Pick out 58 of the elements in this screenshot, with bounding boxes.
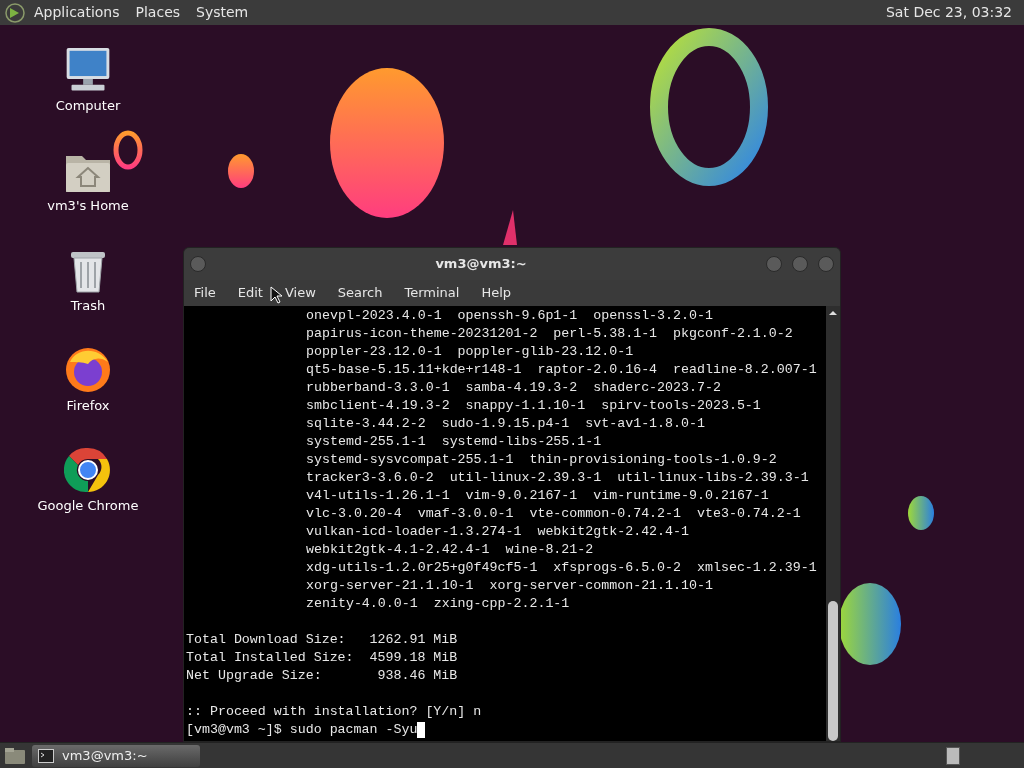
oval-shape [908, 496, 934, 530]
maximize-button[interactable] [792, 256, 808, 272]
terminal-line: zenity-4.0.0-1 zxing-cpp-2.2.1-1 [306, 596, 570, 611]
chrome-icon [64, 445, 112, 494]
window-menu-icon[interactable] [190, 256, 206, 272]
scroll-up-icon[interactable] [828, 308, 838, 318]
ring-shape [113, 130, 143, 170]
menu-item[interactable]: Search [337, 283, 383, 303]
desktop-icon-label[interactable]: vm3's Home [47, 195, 129, 215]
panel-menu[interactable]: Applications [34, 2, 120, 23]
terminal-line: qt5-base-5.15.11+kde+r148-1 raptor-2.0.16-4 readline-8.2.007-1 [306, 362, 817, 377]
terminal-line: smbclient-4.19.3-2 snappy-1.1.10-1 spirv-tools-2023.5-1 [306, 398, 761, 413]
menu-item[interactable]: File [194, 283, 216, 303]
desktop-icon-label[interactable]: Google Chrome [37, 495, 139, 515]
terminal-icon [38, 748, 54, 763]
firefox-icon [64, 345, 112, 394]
desktop-icon-label[interactable]: Computer [55, 95, 121, 115]
terminal-line: webkit2gtk-4.1-2.42.4-1 wine-8.21-2 [306, 542, 594, 557]
terminal-line: tracker3-3.6.0-2 util-linux-2.39.3-1 util-linux-libs-2.39.3-1 [306, 470, 809, 485]
menu-item[interactable]: Help [481, 283, 512, 303]
terminal-line: vulkan-icd-loader-1.3.274-1 webkit2gtk-2.42.4-1 [306, 524, 689, 539]
panel-menu[interactable]: Places [135, 2, 181, 23]
panel-menu[interactable]: System [196, 2, 249, 23]
mouse-pointer-icon [270, 286, 282, 304]
terminal-line: :: Proceed with installation? [Y/n] n [186, 704, 482, 719]
menu-item[interactable]: Terminal [404, 283, 460, 303]
workspace-switcher[interactable] [946, 746, 960, 765]
taskbar-button[interactable]: vm3@vm3:~ [32, 744, 200, 767]
menu-item[interactable]: View [284, 283, 316, 303]
text-cursor [417, 722, 426, 738]
menu-logo-icon [4, 1, 26, 24]
terminal-line: v4l-utils-1.26.1-1 vim-9.0.2167-1 vim-runtime-9.0.2167-1 [306, 488, 769, 503]
fin-shape [503, 210, 517, 245]
terminal-line: Net Upgrade Size: 938.46 MiB [186, 668, 458, 683]
terminal-line: systemd-sysvcompat-255.1-1 thin-provisioning-tools-1.0.9-2 [306, 452, 777, 467]
terminal-line: rubberband-3.3.0-1 samba-4.19.3-2 shaderc-2023.7-2 [306, 380, 721, 395]
terminal-line: onevpl-2023.4.0-1 openssh-9.6p1-1 openssl-3.2.0-1 [306, 308, 713, 323]
minimize-button[interactable] [766, 256, 782, 272]
terminal-line: Total Installed Size: 4599.18 MiB [186, 650, 458, 665]
terminal-line: xorg-server-21.1.10-1 xorg-server-common-21.1.10-1 [306, 578, 713, 593]
terminal-line: [vm3@vm3 ~]$ sudo pacman -Syu [186, 721, 418, 739]
desktop-icon-label[interactable]: Firefox [66, 395, 110, 415]
terminal-line: poppler-23.12.0-1 poppler-glib-23.12.0-1 [306, 344, 634, 359]
terminal-line: Total Download Size: 1262.91 MiB [186, 632, 458, 647]
terminal-line: xdg-utils-1.2.0r25+g0f49cf5-1 xfsprogs-6.5.0-2 xmlsec-1.2.39-1 [306, 560, 817, 575]
scrollbar[interactable] [826, 306, 840, 741]
scrollbar-thumb[interactable] [828, 601, 838, 741]
terminal-line: sqlite-3.44.2-2 sudo-1.9.15.p4-1 svt-av1-1.8.0-1 [306, 416, 705, 431]
terminal-line: vlc-3.0.20-4 vmaf-3.0.0-1 vte-common-0.74.2-1 vte3-0.74.2-1 [306, 506, 801, 521]
clock[interactable]: Sat Dec 23, 03:32 [886, 2, 1012, 23]
close-button[interactable] [818, 256, 834, 272]
oval-shape [228, 154, 254, 188]
window-title: vm3@vm3:~ [434, 255, 528, 274]
show-desktop-icon[interactable] [4, 746, 26, 765]
menu-item[interactable]: Edit [237, 283, 263, 303]
desktop-icon-label[interactable]: Trash [70, 295, 106, 315]
terminal-line: systemd-255.1-1 systemd-libs-255.1-1 [306, 434, 602, 449]
terminal-line: papirus-icon-theme-20231201-2 perl-5.38.1-1 pkgconf-2.1.0-2 [306, 326, 793, 341]
